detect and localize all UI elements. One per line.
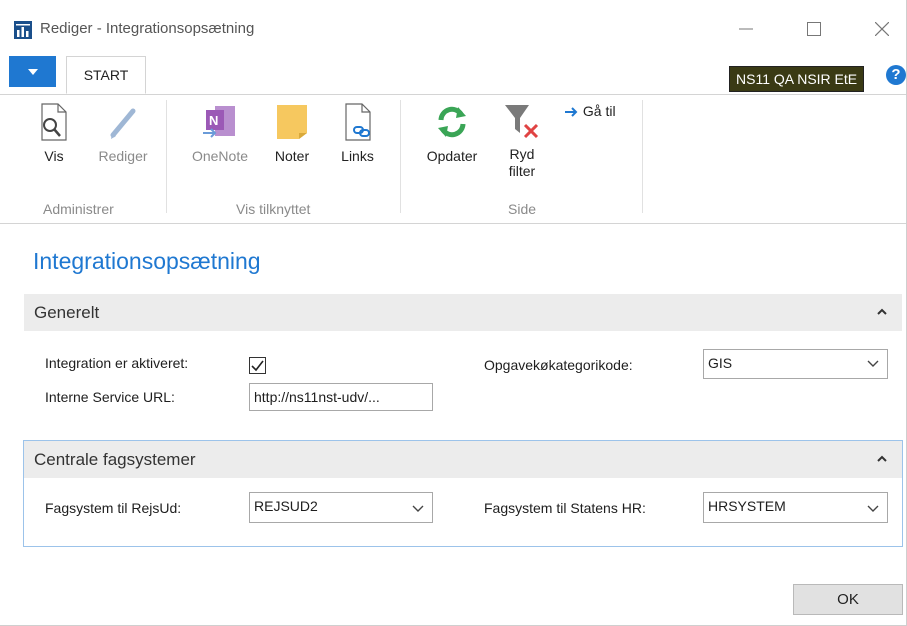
ribbon-separator	[166, 100, 167, 213]
service-url-label: Interne Service URL:	[45, 389, 175, 405]
title-bar: Rediger - Integrationsopsætning	[0, 0, 906, 55]
rejsud-select[interactable]: REJSUD2	[249, 492, 433, 523]
chevron-up-icon	[877, 455, 887, 462]
integration-checkbox[interactable]	[249, 357, 266, 374]
statens-hr-label: Fagsystem til Statens HR:	[484, 500, 646, 516]
close-button[interactable]	[867, 14, 897, 44]
opgave-value: GIS	[708, 355, 733, 371]
dialog-window: Rediger - Integrationsopsætning START NS…	[0, 0, 907, 626]
service-url-value: http://ns11nst-udv/...	[254, 389, 380, 405]
chevron-down-icon	[867, 360, 879, 367]
links-button[interactable]: Links	[335, 103, 380, 165]
checkmark-icon	[251, 360, 264, 372]
close-icon	[875, 22, 889, 36]
arrow-right-icon	[565, 107, 578, 118]
service-url-field[interactable]: http://ns11nst-udv/...	[249, 383, 433, 411]
onenote-icon: N	[203, 106, 235, 138]
clear-filter-icon	[505, 105, 539, 139]
vis-button[interactable]: Vis	[34, 103, 74, 165]
ribbon-separator	[642, 100, 643, 213]
rediger-label: Rediger	[98, 148, 148, 164]
fasttab-generelt[interactable]: Generelt	[24, 294, 902, 331]
maximize-button[interactable]	[799, 14, 829, 44]
help-icon[interactable]: ?	[886, 65, 906, 85]
ok-button[interactable]: OK	[793, 584, 903, 615]
app-icon	[14, 21, 32, 39]
group-label-vis-tilknyttet: Vis tilknyttet	[236, 201, 311, 217]
onenote-label: OneNote	[191, 148, 249, 164]
company-badge: NS11 QA NSIR EtE	[729, 66, 865, 92]
noter-button[interactable]: Noter	[267, 103, 317, 165]
page-title: Integrationsopsætning	[33, 248, 261, 274]
tab-start[interactable]: START	[66, 56, 146, 94]
filter-label: filter	[508, 163, 536, 179]
opdater-label: Opdater	[426, 148, 478, 164]
refresh-icon	[438, 106, 466, 138]
ribbon-tab-row: START NS11 QA NSIR EtE ?	[0, 56, 906, 95]
chevron-down-icon	[412, 505, 424, 512]
ryd-label: Ryd	[509, 146, 535, 162]
ribbon-separator	[400, 100, 401, 213]
pencil-icon	[110, 108, 136, 139]
links-label: Links	[341, 148, 374, 164]
ribbon: Vis Rediger N OneNote Noter Links Opdate…	[0, 95, 906, 224]
fasttab-generelt-title: Generelt	[34, 303, 100, 322]
ryd-filter-button[interactable]: Ryd filter	[497, 103, 547, 180]
noter-label: Noter	[274, 148, 310, 164]
link-document-icon	[344, 103, 371, 141]
opgave-select[interactable]: GIS	[703, 349, 888, 379]
statens-hr-value: HRSYSTEM	[708, 498, 786, 514]
gaa-til-label: Gå til	[582, 103, 616, 119]
rejsud-value: REJSUD2	[254, 498, 318, 514]
chevron-up-icon	[877, 308, 887, 315]
gaa-til-button[interactable]: Gå til	[565, 103, 635, 119]
rediger-button[interactable]: Rediger	[88, 103, 158, 165]
rejsud-label: Fagsystem til RejsUd:	[45, 500, 182, 516]
triangle-down-icon	[27, 68, 38, 75]
integration-label: Integration er aktiveret:	[45, 355, 189, 371]
maximize-icon	[807, 22, 821, 36]
chevron-down-icon	[867, 505, 879, 512]
view-document-icon	[41, 103, 67, 141]
group-label-side: Side	[508, 201, 537, 217]
group-label-administrer: Administrer	[43, 201, 114, 217]
vis-label: Vis	[44, 148, 64, 164]
application-menu-button[interactable]	[9, 56, 56, 87]
minimize-button[interactable]	[731, 14, 761, 44]
onenote-button[interactable]: N OneNote	[180, 103, 260, 165]
opdater-button[interactable]: Opdater	[416, 103, 488, 165]
window-title: Rediger - Integrationsopsætning	[40, 20, 255, 37]
statens-hr-select[interactable]: HRSYSTEM	[703, 492, 888, 523]
minimize-icon	[739, 28, 753, 30]
opgave-label: Opgavekøkategorikode:	[484, 357, 633, 373]
fasttab-centrale-title: Centrale fagsystemer	[34, 450, 196, 469]
note-icon	[277, 105, 307, 139]
fasttab-centrale[interactable]: Centrale fagsystemer	[24, 441, 902, 478]
svg-text:N: N	[209, 113, 218, 128]
